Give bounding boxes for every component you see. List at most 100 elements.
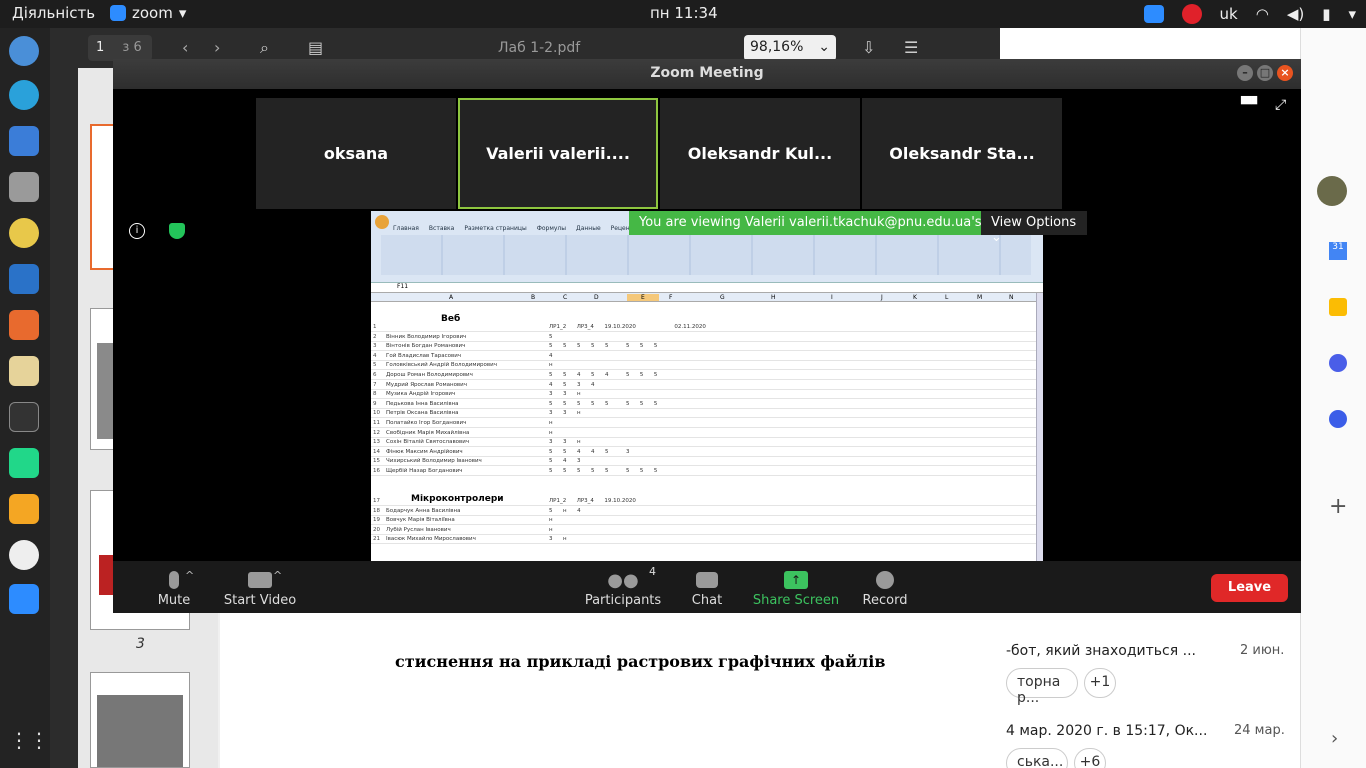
security-shield-icon[interactable] [169, 223, 185, 239]
table-row: 17 ЛР1_2 ЛР3_4 19.10.2020 [371, 476, 1036, 506]
close-button[interactable]: × [1277, 65, 1293, 81]
zoom-tray-icon[interactable] [1143, 5, 1164, 23]
row-number: 3 [373, 343, 377, 350]
reaction-pill[interactable]: торна р... [1006, 668, 1078, 706]
grade-cells: 4 5 3 4 [549, 381, 595, 388]
leave-button[interactable]: Leave [1211, 574, 1288, 602]
zoom-select[interactable]: 98,16% ⌄ [744, 35, 836, 61]
language-indicator[interactable]: uk [1220, 5, 1238, 23]
activities-button[interactable]: Діяльність [12, 4, 95, 22]
share-screen-button[interactable]: ↑ Share Screen [751, 561, 841, 613]
add-icon[interactable]: + [1329, 494, 1347, 519]
software-icon[interactable] [9, 310, 39, 340]
participant-tile[interactable]: Oleksandr Sta... [862, 98, 1062, 209]
app-menu[interactable]: zoom ▾ [110, 4, 186, 22]
participant-tile-active[interactable]: Valerii valerii.... [458, 98, 658, 209]
chevron-down-icon: ⌄ [818, 39, 830, 55]
row-number: 1 [373, 324, 377, 330]
reaction-pill[interactable]: ська... [1006, 748, 1068, 768]
zoom-dock-icon[interactable] [9, 584, 39, 614]
student-name: Сохін Віталій Святославович [386, 439, 470, 446]
grade-cells: 4 [549, 352, 553, 359]
table-row: 15 Чихирський Володимир Іванович 5 4 3 [371, 457, 1036, 467]
sublime-icon[interactable] [9, 494, 39, 524]
grade-cells: 5 5 5 5 5 5 5 5 [549, 343, 658, 350]
video-options-caret[interactable]: ^ [273, 569, 282, 582]
column-header: H [771, 294, 776, 301]
keep-icon[interactable] [1329, 298, 1347, 316]
minimize-button[interactable]: – [1237, 65, 1253, 81]
participant-name: oksana [323, 144, 389, 163]
volume-icon[interactable]: ◀) [1287, 5, 1304, 23]
ribbon-tab: Разметка страницы [464, 225, 527, 232]
chevron-right-icon[interactable]: › [1331, 728, 1338, 749]
thunderbird-icon[interactable] [9, 126, 39, 156]
reaction-count[interactable]: +6 [1074, 748, 1106, 768]
clock[interactable]: пн 11:34 [650, 4, 718, 22]
chat-date: 2 июн. [1240, 643, 1285, 658]
terminal-icon[interactable] [9, 402, 39, 432]
chromium-icon[interactable] [9, 36, 39, 66]
fullscreen-icon[interactable]: ⤢ [1275, 97, 1286, 113]
table-row: 16 Щербій Назар Богданович 5 5 5 5 5 5 5 5 [371, 466, 1036, 476]
start-video-button[interactable]: Start Video [211, 561, 309, 613]
chat-button[interactable]: Chat [681, 561, 733, 613]
participant-tile[interactable]: oksana [256, 98, 456, 209]
chat-preview[interactable]: 4 мар. 2020 г. в 15:17, Ок... [1006, 723, 1207, 739]
mute-button[interactable]: Mute [143, 561, 205, 613]
thumbnail-page-label: 3 [136, 636, 145, 652]
student-name: Педькова Інна Василівна [386, 400, 459, 407]
chat-preview[interactable]: -бот, який знаходиться ... [1006, 643, 1196, 659]
participant-tile[interactable]: Oleksandr Kul... [660, 98, 860, 209]
row-number: 15 [373, 458, 380, 465]
writer-icon[interactable] [9, 264, 39, 294]
page-thumbnail[interactable] [90, 672, 190, 768]
gallery-view-icon[interactable]: ▀▘ [1241, 97, 1263, 113]
column-header: A [449, 294, 454, 301]
vertical-scrollbar[interactable] [1036, 293, 1043, 561]
table-row: 21 Івасюк Михайло Мирославович 3 н [371, 535, 1036, 545]
grade-cells: 5 4 3 [549, 458, 581, 465]
contacts-icon[interactable] [1329, 410, 1347, 428]
no-entry-tray-icon[interactable] [1181, 4, 1202, 24]
view-options-button[interactable]: View Options ⌄ [981, 211, 1087, 245]
row-number: 7 [373, 381, 377, 388]
column-header: F [669, 294, 673, 301]
dock: ⋮⋮ [0, 28, 50, 768]
files-icon[interactable] [9, 172, 39, 202]
grade-cells: н [549, 429, 553, 436]
info-icon[interactable]: i [129, 223, 145, 239]
export-icon[interactable]: ⇩ [862, 38, 875, 57]
tasks-icon[interactable] [1329, 354, 1347, 372]
wifi-icon[interactable]: ◠ [1256, 5, 1269, 23]
record-button[interactable]: Record [855, 561, 915, 613]
calendar-icon[interactable]: 31 [1329, 242, 1347, 260]
audio-options-caret[interactable]: ^ [185, 569, 194, 582]
maximize-button[interactable]: □ [1257, 65, 1273, 81]
column-header: E [627, 294, 659, 301]
page-number-field[interactable]: 1 з 6 [88, 35, 152, 61]
next-page-icon[interactable]: › [214, 38, 220, 57]
grade-cells: ЛР1_2 ЛР3_4 19.10.2020 02.11.2020 [549, 324, 706, 330]
menu-icon[interactable]: ☰ [904, 38, 918, 57]
avatar[interactable] [1317, 176, 1347, 206]
annotate-icon[interactable]: ▤ [308, 38, 323, 57]
window-controls: – □ × [1237, 65, 1293, 81]
page-text: стиснення на прикладі растрових графічни… [395, 652, 886, 671]
rhythmbox-icon[interactable] [9, 218, 39, 248]
show-apps-icon[interactable]: ⋮⋮ [9, 728, 49, 758]
reaction-count[interactable]: +1 [1084, 668, 1116, 698]
shared-screen[interactable]: Главная Вставка Разметка страницы Формул… [371, 211, 1043, 561]
text-editor-icon[interactable] [9, 356, 39, 386]
row-number: 17 [373, 498, 380, 504]
pdf-viewer-icon[interactable] [9, 540, 39, 570]
table-row: 11 Полатайко Ігор Богданович н [371, 418, 1036, 428]
power-menu-icon[interactable]: ▾ [1348, 5, 1356, 23]
formula-bar: F11 [371, 283, 1043, 293]
telegram-icon[interactable] [9, 80, 39, 110]
pycharm-icon[interactable] [9, 448, 39, 478]
column-header: B [531, 294, 536, 301]
battery-icon[interactable]: ▮ [1322, 5, 1330, 23]
prev-page-icon[interactable]: ‹ [182, 38, 188, 57]
search-icon[interactable]: ⌕ [260, 38, 269, 58]
